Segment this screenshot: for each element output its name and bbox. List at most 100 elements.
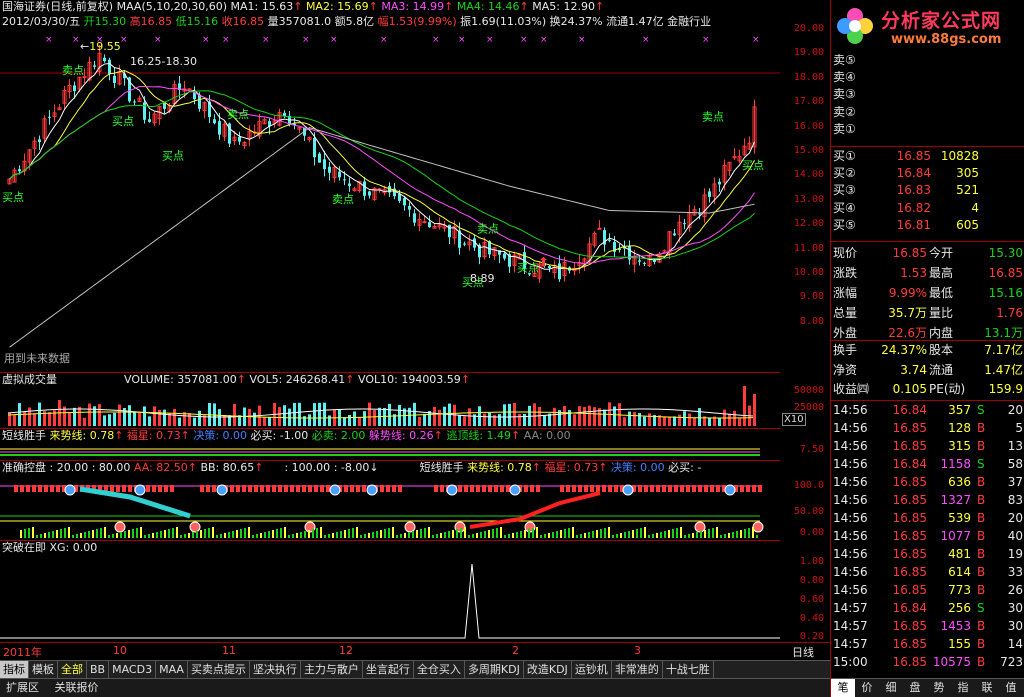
- candle-body: [313, 137, 316, 158]
- control-bar: [360, 535, 362, 538]
- signal-x-mark: ×: [380, 35, 388, 45]
- volume-chart[interactable]: [0, 373, 780, 428]
- indicator-tab[interactable]: 主力与散户: [301, 661, 363, 678]
- candlestick-chart[interactable]: 买点卖点买点买点卖点卖点卖点买点买点卖点买点× × × × × × × × × × × × × × × × × ×…: [0, 0, 780, 372]
- volume-bar: [128, 405, 131, 426]
- candle-body: [673, 233, 676, 236]
- control-bar: [188, 533, 190, 538]
- indicator-tab[interactable]: 指标: [0, 661, 29, 678]
- price-chart-pane[interactable]: 国海证券(日线,前复权) MAA(5,10,20,30,60) MA1: 15.…: [0, 0, 780, 372]
- indicator-tab[interactable]: 改造KDJ: [524, 661, 572, 678]
- control-marker: [362, 485, 366, 492]
- sell-order-label: 卖③: [833, 87, 856, 102]
- control-marker: [152, 485, 156, 492]
- quote-tab[interactable]: 细: [879, 679, 903, 697]
- control-bar: [556, 531, 558, 538]
- quote-tab[interactable]: 值: [999, 679, 1023, 697]
- control-marker: [242, 485, 246, 492]
- sell-signal-label: 卖点: [227, 108, 249, 121]
- tab-extend-area[interactable]: 扩展区: [0, 679, 45, 697]
- control-marker: [752, 485, 756, 492]
- indicator-tab[interactable]: MAA: [156, 661, 188, 678]
- control-marker: [566, 485, 570, 492]
- signal-x-mark: ×: [154, 35, 162, 45]
- sell-signal-label: 卖点: [477, 223, 499, 236]
- control-marker: [758, 485, 762, 492]
- control-bar: [536, 527, 538, 538]
- control-marker: [320, 485, 324, 492]
- indicator-tab[interactable]: 运钞机: [572, 661, 612, 678]
- candle-body: [348, 183, 351, 186]
- quote-tab[interactable]: 盘: [903, 679, 927, 697]
- control-bar: [28, 528, 30, 538]
- indicator-tab[interactable]: 模板: [29, 661, 58, 678]
- control-bar: [576, 535, 578, 538]
- indicator-tab[interactable]: 坐言起行: [363, 661, 414, 678]
- control-bar: [272, 530, 274, 538]
- indicator-tab[interactable]: 买卖点提示: [188, 661, 250, 678]
- indicator-tab[interactable]: 全部: [58, 661, 87, 678]
- control-bar: [744, 529, 746, 538]
- signal-x-mark: ×: [486, 35, 494, 45]
- control-marker: [584, 485, 588, 492]
- stat-value: 3.74: [900, 362, 927, 377]
- stat-label: 最高: [929, 266, 954, 280]
- breakout-pane[interactable]: 突破在即 XG: 0.00: [0, 541, 780, 642]
- quote-tab[interactable]: 联: [975, 679, 999, 697]
- control-bar: [668, 530, 670, 538]
- control-pane[interactable]: 准确控盘 : 20.00 : 80.00 AA: 82.50↑ BB: 80.6…: [0, 461, 780, 540]
- trade-tick-row: 14:56 16.85 539 B 20: [831, 510, 1024, 527]
- indicator-tab[interactable]: 十战七胜: [663, 661, 714, 678]
- control-marker: [602, 485, 606, 492]
- volume-bar: [503, 404, 506, 426]
- control-bar: [108, 535, 110, 538]
- volume-bar: [648, 413, 651, 426]
- volume-pane[interactable]: 虚拟成交量 VOLUME: 357081.00↑ VOL5: 246268.41…: [0, 373, 780, 428]
- tick-price: 16.85: [892, 655, 927, 669]
- candle-body: [143, 102, 146, 120]
- control-bar: [320, 527, 322, 538]
- control-bar: [284, 527, 286, 538]
- control-bar: [84, 532, 86, 538]
- volume-bar: [233, 403, 236, 426]
- quote-tab[interactable]: 价: [855, 679, 879, 697]
- tick-price: 16.85: [892, 529, 927, 543]
- tick-price: 16.85: [892, 565, 927, 579]
- control-bar: [460, 528, 462, 538]
- tick-time: 14:56: [833, 583, 868, 597]
- stat-value: 1.53: [900, 266, 927, 280]
- control-bar: [472, 534, 474, 538]
- control-bar: [752, 527, 754, 538]
- indicator-tab[interactable]: BB: [87, 661, 110, 678]
- period-label[interactable]: 日线: [792, 644, 814, 660]
- control-marker: [716, 485, 720, 492]
- tab-related-quotes[interactable]: 关联报价: [49, 679, 105, 697]
- indicator-tab[interactable]: 坚决执行: [250, 661, 301, 678]
- signal-x-mark: ×: [752, 35, 760, 45]
- control-bar: [608, 527, 610, 538]
- tick-count: 30: [1007, 601, 1023, 615]
- volume-bar: [603, 409, 606, 426]
- price-axis: 20.00 19.00 18.00 17.00 16.00 15.00 14.00 13.00…: [780, 0, 830, 372]
- strategy-pane[interactable]: 短线胜手 来势线: 0.78↑ 福星: 0.73↑ 决策: 0.00 必买: -…: [0, 429, 780, 460]
- control-marker: [254, 485, 258, 492]
- indicator-tab[interactable]: MACD3: [109, 661, 157, 678]
- volume-bar: [88, 403, 91, 426]
- control-bar: [404, 533, 406, 538]
- indicator-tab[interactable]: 全仓买入: [414, 661, 465, 678]
- buy-signal-label: 买点: [112, 115, 134, 128]
- candle-body: [48, 116, 51, 118]
- control-marker: [488, 485, 492, 492]
- control-marker: [638, 485, 642, 492]
- control-bar: [240, 529, 242, 538]
- quote-tab[interactable]: 笔: [831, 679, 855, 697]
- volume-bar: [188, 412, 191, 426]
- control-marker: [272, 485, 276, 492]
- indicator-tab[interactable]: 非常准的: [612, 661, 663, 678]
- indicator-tab[interactable]: 多周期KDJ: [465, 661, 524, 678]
- quote-tab[interactable]: 指: [951, 679, 975, 697]
- quote-tab[interactable]: 势: [927, 679, 951, 697]
- control-bar: [568, 528, 570, 538]
- control-bar: [20, 530, 22, 538]
- tick-side: B: [977, 619, 986, 633]
